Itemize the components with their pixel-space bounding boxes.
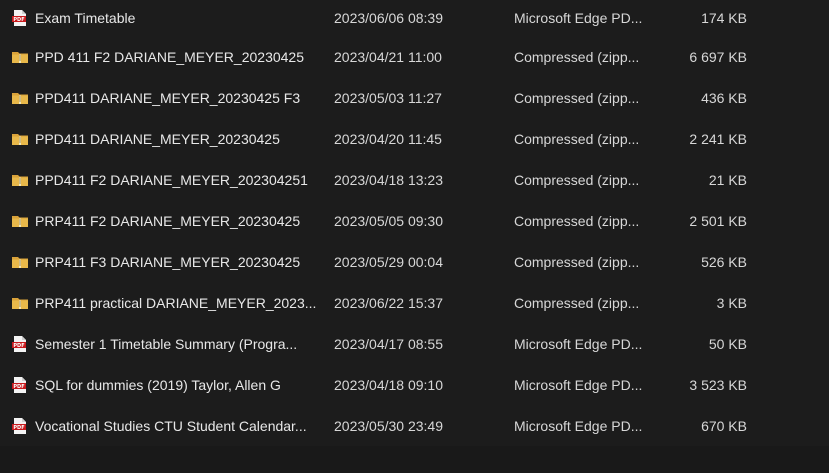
file-size: 670 KB [701,417,747,434]
file-name: PPD411 F2 DARIANE_MEYER_202304251 [35,171,308,188]
file-row[interactable]: PPD 411 F2 DARIANE_MEYER_20230425 2023/0… [0,36,829,77]
file-row[interactable]: PRP411 F3 DARIANE_MEYER_20230425 2023/05… [0,241,829,282]
file-date-modified: 2023/06/22 15:37 [334,294,443,311]
file-size: 2 241 KB [689,130,747,147]
pdf-icon: PDF [11,335,29,353]
file-size: 6 697 KB [689,48,747,65]
file-name: Exam Timetable [35,10,136,26]
file-date-modified: 2023/06/06 08:39 [334,10,443,26]
file-date-modified: 2023/04/17 08:55 [334,335,443,352]
file-type: Microsoft Edge PD... [514,10,643,26]
file-row[interactable]: PRP411 F2 DARIANE_MEYER_20230425 2023/05… [0,200,829,241]
pdf-icon: PDF [11,9,29,27]
file-type: Microsoft Edge PD... [514,335,643,352]
file-name: PRP411 practical DARIANE_MEYER_2023... [35,294,317,311]
file-size: 436 KB [701,89,747,106]
file-date-modified: 2023/05/30 23:49 [334,417,443,434]
file-date-modified: 2023/05/29 00:04 [334,253,443,270]
file-size: 526 KB [701,253,747,270]
file-row[interactable]: PPD411 DARIANE_MEYER_20230425 2023/04/20… [0,118,829,159]
file-name: PRP411 F2 DARIANE_MEYER_20230425 [35,212,301,229]
file-row[interactable]: PRP411 practical DARIANE_MEYER_2023... 2… [0,282,829,323]
svg-text:PDF: PDF [13,383,24,389]
file-row[interactable]: PDF SQL for dummies (2019) Taylor, Allen… [0,364,829,405]
file-name: Vocational Studies CTU Student Calendar.… [35,417,307,434]
file-name: PPD 411 F2 DARIANE_MEYER_20230425 [35,48,304,65]
file-row[interactable]: PDF Vocational Studies CTU Student Calen… [0,405,829,446]
file-size: 174 KB [701,10,747,26]
zip-folder-icon [11,212,29,230]
zip-folder-icon [11,130,29,148]
file-type: Microsoft Edge PD... [514,376,643,393]
zip-folder-icon [11,253,29,271]
file-type: Compressed (zipp... [514,212,640,229]
file-name: PRP411 F3 DARIANE_MEYER_20230425 [35,253,301,270]
file-name: PPD411 DARIANE_MEYER_20230425 [35,130,280,147]
file-name: PPD411 DARIANE_MEYER_20230425 F3 [35,89,301,106]
file-date-modified: 2023/04/20 11:45 [334,130,442,147]
svg-text:PDF: PDF [13,17,24,23]
file-type: Compressed (zipp... [514,130,640,147]
pdf-icon: PDF [11,417,29,435]
file-list: PDF Exam Timetable 2023/06/06 08:39 Micr… [0,0,829,446]
file-date-modified: 2023/05/03 11:27 [334,89,442,106]
zip-folder-icon [11,294,29,312]
zip-folder-icon [11,48,29,66]
file-date-modified: 2023/04/18 09:10 [334,376,443,393]
file-date-modified: 2023/04/21 11:00 [334,48,442,65]
file-type: Microsoft Edge PD... [514,417,643,434]
file-type: Compressed (zipp... [514,171,640,188]
pdf-icon: PDF [11,376,29,394]
file-size: 21 KB [708,171,747,188]
zip-folder-icon [11,89,29,107]
svg-text:PDF: PDF [13,342,24,348]
file-row[interactable]: PDF Exam Timetable 2023/06/06 08:39 Micr… [0,0,829,36]
file-name: SQL for dummies (2019) Taylor, Allen G [35,376,281,393]
file-size: 2 501 KB [689,212,747,229]
file-name: Semester 1 Timetable Summary (Progra... [35,335,298,352]
svg-text:PDF: PDF [13,424,24,430]
file-size: 3 523 KB [689,376,747,393]
zip-folder-icon [11,171,29,189]
file-row[interactable]: PPD411 DARIANE_MEYER_20230425 F3 2023/05… [0,77,829,118]
file-type: Compressed (zipp... [514,294,640,311]
file-row[interactable]: PPD411 F2 DARIANE_MEYER_202304251 2023/0… [0,159,829,200]
file-type: Compressed (zipp... [514,253,640,270]
file-type: Compressed (zipp... [514,89,640,106]
file-type: Compressed (zipp... [514,48,640,65]
file-date-modified: 2023/04/18 13:23 [334,171,443,188]
file-size: 3 KB [716,294,747,311]
file-row[interactable]: PDF Semester 1 Timetable Summary (Progra… [0,323,829,364]
file-size: 50 KB [708,335,747,352]
file-date-modified: 2023/05/05 09:30 [334,212,443,229]
